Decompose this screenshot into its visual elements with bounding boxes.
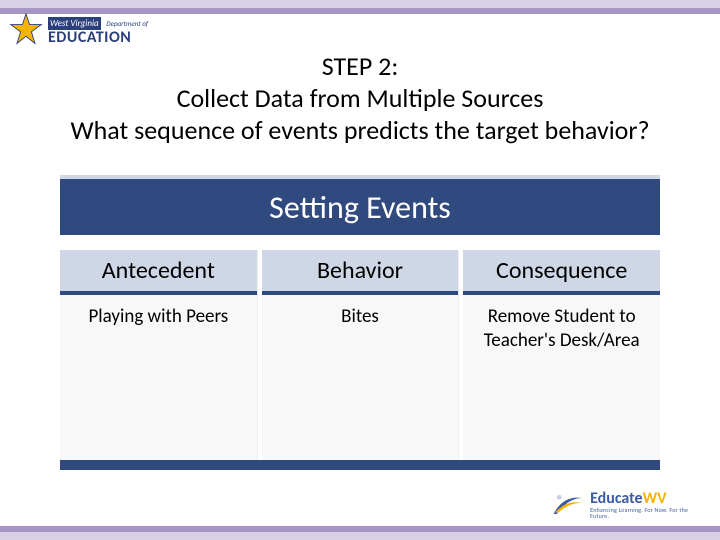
- setting-events-label: Setting Events: [269, 188, 451, 227]
- setting-events-bar: Setting Events: [60, 175, 660, 235]
- columns-bottom-accent: [60, 460, 660, 470]
- wv-logo-text: West Virginia Department of EDUCATION: [48, 14, 148, 46]
- column-body: Bites: [262, 295, 459, 460]
- column-body: Remove Student to Teacher's Desk/Area: [463, 295, 660, 460]
- wv-logo-line2: EDUCATION: [48, 30, 148, 46]
- slide: West Virginia Department of EDUCATION ST…: [0, 0, 720, 540]
- bottom-border-outer: [0, 532, 720, 540]
- title-sub: What sequence of events predicts the tar…: [60, 114, 660, 146]
- educate-wv-logo: EducateWV Enhancing Learning. For Now. F…: [552, 490, 702, 520]
- abc-columns: Antecedent Playing with Peers Behavior B…: [60, 250, 660, 460]
- educate-wv-text: EducateWV Enhancing Learning. For Now. F…: [590, 491, 702, 519]
- column-head: Antecedent: [60, 250, 257, 295]
- title-main: Collect Data from Multiple Sources: [60, 82, 660, 114]
- slide-title: STEP 2: Collect Data from Multiple Sourc…: [60, 50, 660, 146]
- title-step: STEP 2:: [60, 50, 660, 82]
- column-head: Consequence: [463, 250, 660, 295]
- star-icon: [8, 12, 44, 48]
- educate-wv-tagline: Enhancing Learning. For Now. For the Fut…: [590, 507, 702, 519]
- wv-education-logo: West Virginia Department of EDUCATION: [8, 4, 158, 56]
- swoosh-icon: [552, 490, 584, 520]
- column-consequence: Consequence Remove Student to Teacher's …: [463, 250, 660, 460]
- educate-wv-title: EducateWV: [590, 491, 702, 507]
- column-behavior: Behavior Bites: [262, 250, 460, 460]
- column-body: Playing with Peers: [60, 295, 257, 460]
- column-antecedent: Antecedent Playing with Peers: [60, 250, 258, 460]
- column-head: Behavior: [262, 250, 459, 295]
- wv-logo-line1b: Department of: [106, 19, 148, 28]
